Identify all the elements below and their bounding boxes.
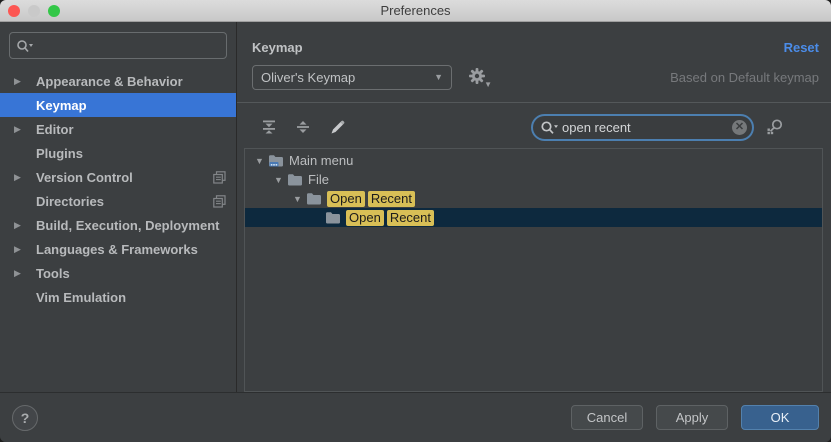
- sidebar-item-label: Editor: [36, 122, 226, 137]
- sidebar-item-directories[interactable]: Directories: [0, 189, 236, 213]
- keymap-settings-button[interactable]: ▼: [468, 67, 488, 87]
- close-button[interactable]: [8, 5, 20, 17]
- find-by-shortcut-button[interactable]: [764, 116, 786, 138]
- collapse-all-icon: [296, 120, 310, 134]
- sidebar-item-plugins[interactable]: Plugins: [0, 141, 236, 165]
- settings-sidebar: ▶Appearance & BehaviorKeymap▶EditorPlugi…: [0, 22, 237, 392]
- expand-arrow-icon[interactable]: ▶: [14, 172, 36, 183]
- chevron-down-icon: ▼: [434, 72, 443, 82]
- minimize-button: [28, 5, 40, 17]
- edit-shortcut-button[interactable]: [326, 116, 348, 138]
- dialog-footer: ? Cancel Apply OK: [0, 392, 831, 442]
- clear-search-icon[interactable]: ✕: [732, 120, 747, 135]
- expand-arrow-icon[interactable]: ▶: [14, 220, 36, 231]
- sidebar-item-label: Build, Execution, Deployment: [36, 218, 226, 233]
- cancel-button[interactable]: Cancel: [571, 405, 643, 430]
- apply-button[interactable]: Apply: [656, 405, 728, 430]
- gear-caret-icon: ▼: [484, 80, 492, 89]
- sidebar-item-label: Tools: [36, 266, 226, 281]
- sidebar-item-label: Plugins: [36, 146, 226, 161]
- highlighted-match: OpenRecent: [346, 210, 434, 226]
- sidebar-item-languages-frameworks[interactable]: ▶Languages & Frameworks: [0, 237, 236, 261]
- action-search-input[interactable]: open recent ✕: [531, 114, 754, 141]
- expand-arrow-icon[interactable]: ▶: [14, 124, 36, 135]
- folder-icon: [325, 211, 341, 225]
- expand-arrow-icon[interactable]: ▶: [14, 76, 36, 87]
- search-icon: [540, 120, 558, 135]
- collapse-arrow-icon[interactable]: ▼: [251, 156, 268, 166]
- sidebar-item-vim-emulation[interactable]: Vim Emulation: [0, 285, 236, 309]
- match-chip: Recent: [387, 210, 434, 226]
- preferences-window: Preferences ▶Appearance & BehaviorKeymap…: [0, 0, 831, 442]
- find-by-shortcut-icon: [766, 118, 784, 136]
- collapse-arrow-icon[interactable]: ▼: [270, 175, 287, 185]
- keymap-select-value: Oliver's Keymap: [261, 70, 355, 85]
- main-menu-icon: [268, 154, 284, 168]
- page-title: Keymap: [252, 40, 303, 55]
- based-on-label: Based on Default keymap: [670, 70, 819, 85]
- window-title: Preferences: [380, 3, 450, 18]
- ok-button[interactable]: OK: [741, 405, 819, 430]
- expand-arrow-icon[interactable]: ▶: [14, 244, 36, 255]
- tree-row-file[interactable]: ▼ File: [245, 170, 822, 189]
- pencil-icon: [330, 120, 345, 135]
- tree-node-label: File: [308, 172, 329, 187]
- sidebar-item-keymap[interactable]: Keymap: [0, 93, 236, 117]
- sidebar-item-build-execution-deployment[interactable]: ▶Build, Execution, Deployment: [0, 213, 236, 237]
- sidebar-item-version-control[interactable]: ▶Version Control: [0, 165, 236, 189]
- sidebar-item-label: Appearance & Behavior: [36, 74, 226, 89]
- sidebar-item-label: Directories: [36, 194, 213, 209]
- expand-arrow-icon[interactable]: ▶: [14, 268, 36, 279]
- titlebar: Preferences: [0, 0, 831, 22]
- tree-row-open-recent[interactable]: ▼ OpenRecent: [245, 189, 822, 208]
- help-button[interactable]: ?: [12, 405, 38, 431]
- sidebar-item-label: Keymap: [36, 98, 226, 113]
- sidebar-item-appearance-behavior[interactable]: ▶Appearance & Behavior: [0, 69, 236, 93]
- tree-node-label: Main menu: [289, 153, 353, 168]
- folder-icon: [306, 192, 322, 206]
- search-icon: [16, 39, 33, 53]
- expand-all-icon: [262, 120, 276, 134]
- tree-row-main-menu[interactable]: ▼ Main menu: [245, 151, 822, 170]
- sidebar-item-label: Vim Emulation: [36, 290, 226, 305]
- highlighted-match: OpenRecent: [327, 191, 415, 207]
- project-level-icon: [213, 195, 226, 208]
- match-chip: Open: [327, 191, 365, 207]
- search-query: open recent: [562, 120, 732, 135]
- keymap-select[interactable]: Oliver's Keymap ▼: [252, 65, 452, 90]
- tree-row-open-recent[interactable]: OpenRecent: [245, 208, 822, 227]
- keymap-panel: Keymap Reset Oliver's Keymap ▼: [237, 22, 831, 392]
- sidebar-item-label: Version Control: [36, 170, 213, 185]
- project-level-icon: [213, 171, 226, 184]
- reset-link[interactable]: Reset: [784, 40, 819, 55]
- collapse-all-button[interactable]: [292, 116, 314, 138]
- match-chip: Open: [346, 210, 384, 226]
- sidebar-nav: ▶Appearance & BehaviorKeymap▶EditorPlugi…: [0, 69, 236, 309]
- sidebar-item-editor[interactable]: ▶Editor: [0, 117, 236, 141]
- match-chip: Recent: [368, 191, 415, 207]
- settings-search-input[interactable]: [9, 32, 227, 59]
- collapse-arrow-icon[interactable]: ▼: [289, 194, 306, 204]
- keymap-tree: ▼Main menu▼File▼OpenRecentOpenRecent: [244, 148, 823, 392]
- sidebar-item-tools[interactable]: ▶Tools: [0, 261, 236, 285]
- folder-icon: [287, 173, 303, 187]
- zoom-button[interactable]: [48, 5, 60, 17]
- keymap-toolbar: open recent ✕: [252, 103, 831, 147]
- sidebar-item-label: Languages & Frameworks: [36, 242, 226, 257]
- expand-all-button[interactable]: [258, 116, 280, 138]
